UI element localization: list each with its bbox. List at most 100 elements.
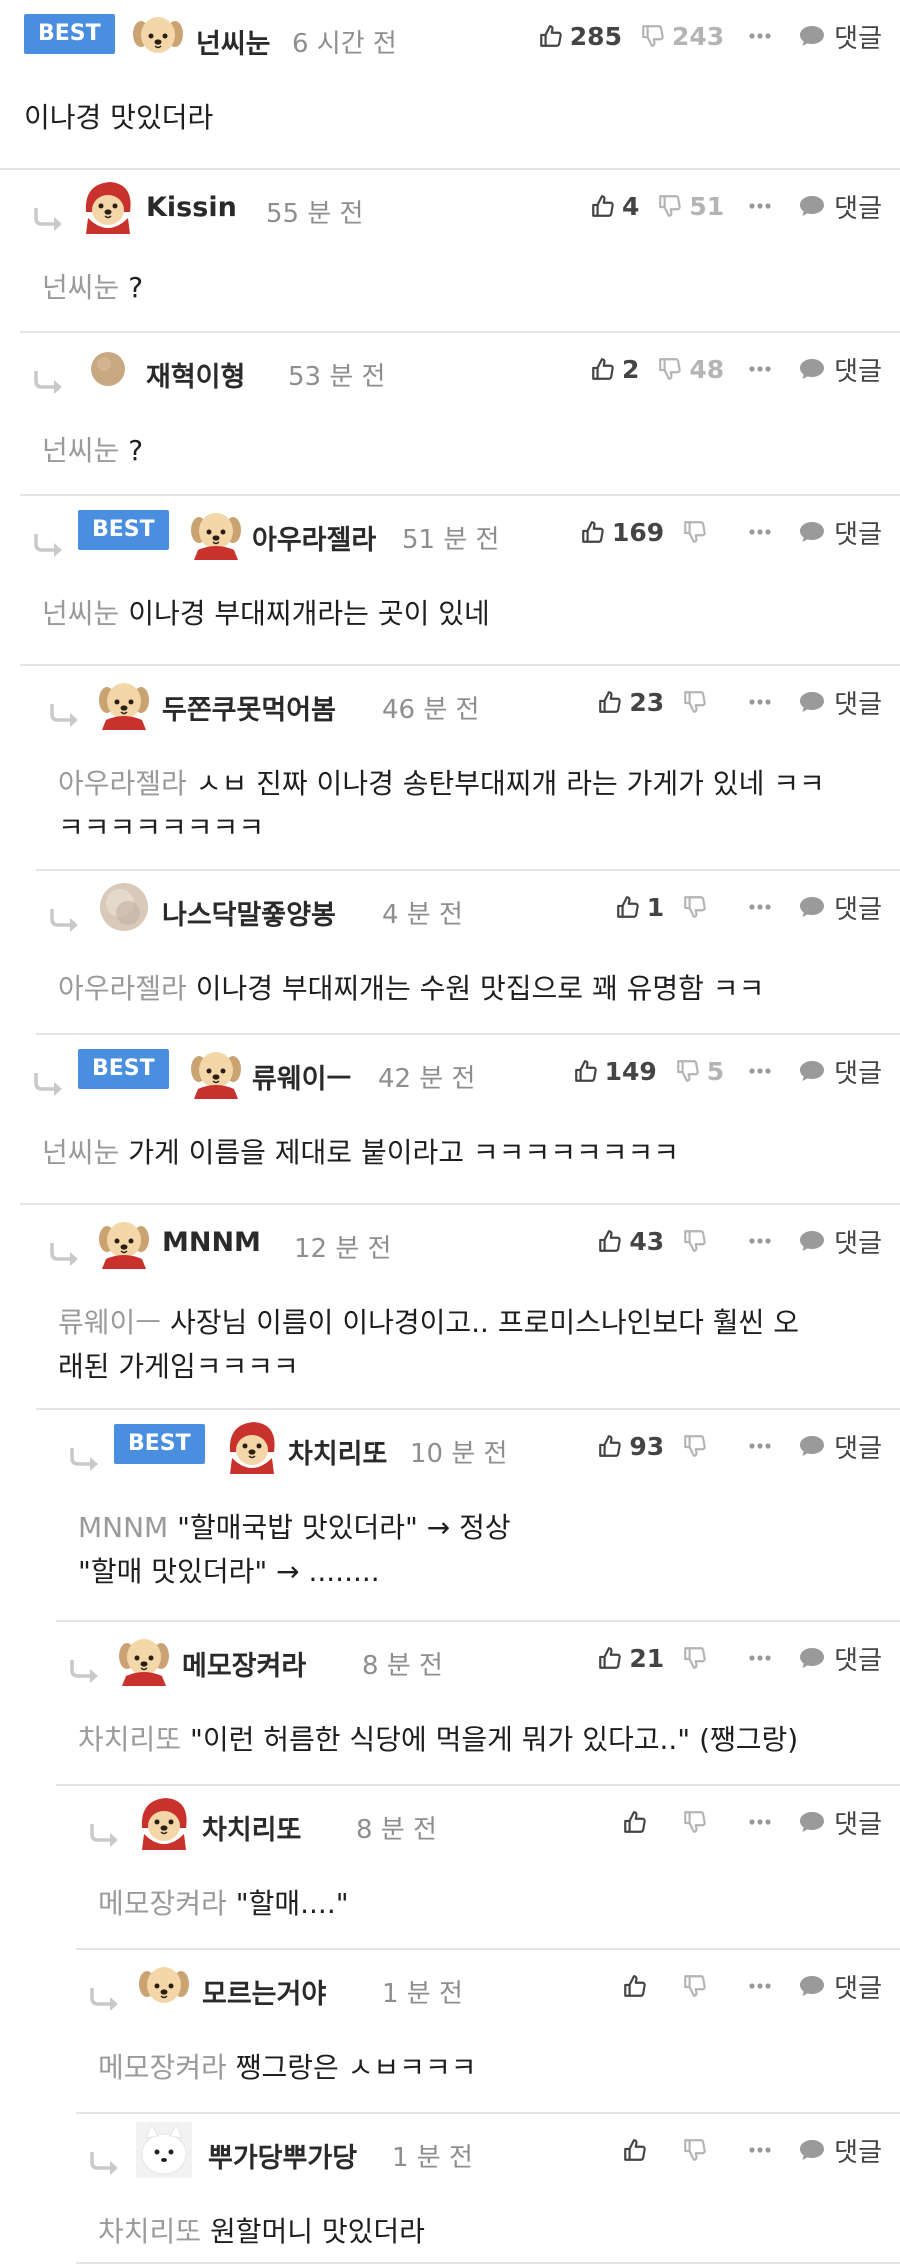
downvote-button[interactable] <box>682 1433 724 1459</box>
downvote-button[interactable] <box>682 689 724 715</box>
username[interactable]: 두쫀쿠못먹어봄 <box>162 688 336 727</box>
upvote-button[interactable]: 93 <box>597 1432 664 1461</box>
more-options-button[interactable] <box>748 1982 772 1990</box>
more-options-button[interactable] <box>748 1654 772 1662</box>
more-options-button[interactable] <box>748 528 772 536</box>
upvote-button[interactable] <box>622 1809 664 1835</box>
reply-button[interactable]: 댓글 <box>798 889 882 926</box>
puppy-avatar[interactable] <box>130 8 186 64</box>
mention-link[interactable]: 넌씨눈 <box>42 271 119 304</box>
downvote-button[interactable] <box>682 1228 724 1254</box>
mention-link[interactable]: 메모장켜라 <box>98 1887 227 1920</box>
mention-link[interactable]: 넌씨눈 <box>42 1136 119 1169</box>
blurred-avatar[interactable] <box>96 879 152 935</box>
username[interactable]: 메모장켜라 <box>182 1644 306 1683</box>
upvote-button[interactable]: 285 <box>538 22 622 51</box>
downvote-button[interactable] <box>682 1809 724 1835</box>
more-dots-icon <box>748 1982 772 1990</box>
downvote-button[interactable] <box>682 519 724 545</box>
more-options-button[interactable] <box>748 1067 772 1075</box>
username[interactable]: 류웨이ㅡ <box>252 1057 351 1096</box>
more-options-button[interactable] <box>748 1442 772 1450</box>
mention-link[interactable]: 차치리또 <box>98 2215 201 2248</box>
more-options-button[interactable] <box>748 202 772 210</box>
reply-button[interactable]: 댓글 <box>798 2132 882 2169</box>
downvote-button[interactable] <box>682 2137 724 2163</box>
upvote-button[interactable]: 2 <box>590 355 639 384</box>
downvote-button[interactable]: 243 <box>640 22 724 51</box>
upvote-button[interactable]: 43 <box>597 1227 664 1256</box>
red-hood-puppy-avatar[interactable] <box>224 1418 280 1474</box>
more-options-button[interactable] <box>748 2146 772 2154</box>
comment-text-line2: ㅋㅋㅋㅋㅋㅋㅋㅋ <box>58 811 265 844</box>
downvote-button[interactable]: 51 <box>657 192 724 221</box>
puppy-cape-avatar[interactable] <box>96 1213 152 1269</box>
downvote-button[interactable] <box>682 1645 724 1671</box>
username[interactable]: Kissin <box>146 192 237 223</box>
timestamp: 1 분 전 <box>392 2143 473 2173</box>
username[interactable]: MNNM <box>162 1227 261 1258</box>
reply-button[interactable]: 댓글 <box>798 18 882 55</box>
mention-link[interactable]: 아우라젤라 <box>58 767 187 800</box>
reply-button[interactable]: 댓글 <box>798 1223 882 1260</box>
upvote-count: 169 <box>611 517 665 547</box>
red-hood-puppy-avatar[interactable] <box>136 1794 192 1850</box>
speech-bubble-icon <box>798 1810 826 1834</box>
white-dog-avatar[interactable] <box>136 2122 192 2178</box>
upvote-button[interactable] <box>622 1973 664 1999</box>
username[interactable]: 차치리또 <box>202 1808 301 1847</box>
upvote-button[interactable]: 169 <box>580 518 664 547</box>
reply-button[interactable]: 댓글 <box>798 1053 882 1090</box>
mention-link[interactable]: 넌씨눈 <box>42 434 119 467</box>
reply-button[interactable]: 댓글 <box>798 684 882 721</box>
more-options-button[interactable] <box>748 903 772 911</box>
mention-link[interactable]: 넌씨눈 <box>42 597 119 630</box>
username[interactable]: 아우라젤라 <box>252 518 376 557</box>
mention-link[interactable]: 차치리또 <box>78 1723 181 1756</box>
username[interactable]: 차치리또 <box>288 1432 387 1471</box>
red-hood-puppy-avatar[interactable] <box>80 178 136 234</box>
puppy-cape-avatar[interactable] <box>116 1630 172 1686</box>
comment-body: 차치리또 원할머니 맛있더라 <box>98 2210 880 2254</box>
more-options-button[interactable] <box>748 365 772 373</box>
more-options-button[interactable] <box>748 32 772 40</box>
reply-button[interactable]: 댓글 <box>798 1968 882 2005</box>
upvote-button[interactable]: 21 <box>597 1644 664 1673</box>
downvote-button[interactable] <box>682 1973 724 1999</box>
reply-button[interactable]: 댓글 <box>798 514 882 551</box>
upvote-button[interactable]: 149 <box>573 1057 657 1086</box>
more-options-button[interactable] <box>748 1818 772 1826</box>
mention-link[interactable]: 메모장켜라 <box>98 2051 227 2084</box>
puppy-cape-avatar[interactable] <box>188 504 244 560</box>
upvote-button[interactable] <box>622 2137 664 2163</box>
username[interactable]: 모르는거야 <box>202 1972 326 2011</box>
username[interactable]: 뿌가당뿌가당 <box>208 2136 357 2175</box>
puppy-avatar[interactable] <box>136 1958 192 2014</box>
beige-circle-avatar[interactable] <box>80 341 136 397</box>
comment-actions: 댓글 <box>622 2130 882 2170</box>
mention-link[interactable]: 아우라젤라 <box>58 972 187 1005</box>
more-options-button[interactable] <box>748 698 772 706</box>
reply-button[interactable]: 댓글 <box>798 1804 882 1841</box>
thumbs-down-icon <box>682 2137 708 2163</box>
reply-button[interactable]: 댓글 <box>798 351 882 388</box>
upvote-button[interactable]: 4 <box>590 192 639 221</box>
mention-link[interactable]: 류웨이ㅡ <box>58 1306 161 1339</box>
upvote-button[interactable]: 1 <box>615 893 664 922</box>
downvote-button[interactable] <box>682 894 724 920</box>
username[interactable]: 넌씨눈 <box>196 22 271 61</box>
more-options-button[interactable] <box>748 1237 772 1245</box>
upvote-button[interactable]: 23 <box>597 688 664 717</box>
username[interactable]: 나스닥말죻양봉 <box>162 893 336 932</box>
reply-arrow-icon <box>46 905 86 933</box>
reply-button[interactable]: 댓글 <box>798 188 882 225</box>
downvote-button[interactable]: 5 <box>675 1057 724 1086</box>
reply-button[interactable]: 댓글 <box>798 1428 882 1465</box>
puppy-cape-avatar[interactable] <box>96 674 152 730</box>
username[interactable]: 재혁이형 <box>146 355 245 394</box>
reply-button[interactable]: 댓글 <box>798 1640 882 1677</box>
puppy-cape-avatar[interactable] <box>188 1043 244 1099</box>
downvote-button[interactable]: 48 <box>657 355 724 384</box>
mention-link[interactable]: MNNM <box>78 1511 168 1544</box>
more-dots-icon <box>748 1654 772 1662</box>
